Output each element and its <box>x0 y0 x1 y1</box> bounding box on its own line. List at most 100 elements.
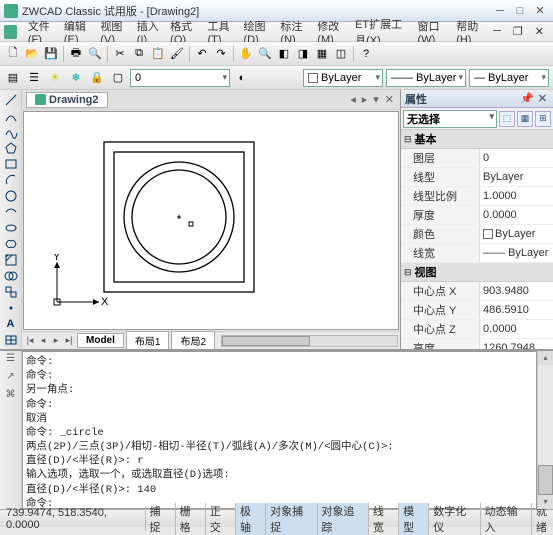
region-tool[interactable] <box>2 268 20 283</box>
selection-combo[interactable]: 无选择 <box>403 110 497 128</box>
copy-button[interactable]: ⧉ <box>130 45 148 63</box>
linetype-combo[interactable]: ——ByLayer <box>386 69 466 87</box>
doc-close-button[interactable]: ✕ <box>530 25 549 38</box>
polygon-tool[interactable] <box>2 140 20 155</box>
dyn-toggle[interactable]: 动态输入 <box>481 503 532 535</box>
maximize-button[interactable]: □ <box>511 4 529 18</box>
layer-d[interactable]: ▢ <box>109 69 127 87</box>
prop-row[interactable]: 图层0 <box>401 149 553 168</box>
close-button[interactable]: ✕ <box>531 4 549 18</box>
prop-row[interactable]: 中心点 Z0.0000 <box>401 320 553 339</box>
tool-d[interactable]: ◫ <box>332 45 350 63</box>
preview-button[interactable]: 🔍 <box>86 45 104 63</box>
circle-tool[interactable] <box>2 188 20 203</box>
lwt-toggle[interactable]: 线宽 <box>369 503 399 535</box>
tool-b[interactable]: ◨ <box>294 45 312 63</box>
prop-row[interactable]: 线宽—— ByLayer <box>401 244 553 263</box>
layer-b[interactable]: ❄ <box>67 69 85 87</box>
quickselect-button[interactable]: ⬚ <box>499 111 515 127</box>
text-tool[interactable]: A <box>2 316 20 331</box>
save-button[interactable]: 💾 <box>42 45 60 63</box>
layer-manage-button[interactable]: ▤ <box>4 69 22 87</box>
cmd-tool-a[interactable]: ☰ <box>3 353 19 369</box>
property-grid[interactable]: 基本图层0线型ByLayer线型比例1.0000厚度0.0000颜色ByLaye… <box>401 130 553 349</box>
match-button[interactable]: 🖌 <box>168 45 186 63</box>
tab-nav-close[interactable]: ✕ <box>383 93 396 106</box>
grid-toggle[interactable]: 栅格 <box>176 503 206 535</box>
doc-minimize-button[interactable]: ─ <box>488 25 506 38</box>
prop-group-header[interactable]: 视图 <box>401 263 553 282</box>
new-button[interactable]: 🗋 <box>4 45 22 63</box>
prop-group-header[interactable]: 基本 <box>401 130 553 149</box>
prop-row[interactable]: 高度1260.7948 <box>401 339 553 349</box>
hscrollbar[interactable] <box>221 335 398 347</box>
lineweight-combo[interactable]: —ByLayer <box>469 69 549 87</box>
revcloud-tool[interactable] <box>2 236 20 251</box>
arc-tool[interactable] <box>2 172 20 187</box>
layer-combo[interactable]: 0 <box>130 69 230 87</box>
tool-c[interactable]: ▦ <box>313 45 331 63</box>
donut-tool[interactable] <box>2 220 20 235</box>
selectobj-button[interactable]: ⊞ <box>535 111 551 127</box>
model-tab[interactable]: Model <box>77 333 124 348</box>
line-tool[interactable] <box>2 92 20 107</box>
tab-nav-left[interactable]: ◂ <box>348 93 358 106</box>
prop-row[interactable]: 线型比例1.0000 <box>401 187 553 206</box>
layer-e[interactable]: ◐ <box>233 69 251 87</box>
ortho-toggle[interactable]: 正交 <box>206 503 236 535</box>
block-tool[interactable] <box>2 284 20 299</box>
prop-row[interactable]: 线型ByLayer <box>401 168 553 187</box>
ellipse-tool[interactable] <box>2 204 20 219</box>
cmd-tool-c[interactable]: ⌘ <box>3 389 19 405</box>
document-tab[interactable]: Drawing2 <box>26 92 108 108</box>
mtab-last[interactable]: ▸| <box>63 335 75 346</box>
open-button[interactable]: 📂 <box>23 45 41 63</box>
polar-toggle[interactable]: 极轴 <box>236 503 266 535</box>
cmd-tool-b[interactable]: ↗ <box>3 371 19 387</box>
prop-row[interactable]: 中心点 Y486.5910 <box>401 301 553 320</box>
svg-text:X: X <box>101 296 109 308</box>
props-pin[interactable]: 📌 <box>518 92 536 105</box>
zoom-button[interactable]: 🔍 <box>256 45 274 63</box>
undo-button[interactable]: ↶ <box>193 45 211 63</box>
paste-button[interactable]: 📋 <box>149 45 167 63</box>
curve-tool[interactable] <box>2 108 20 123</box>
otrack-toggle[interactable]: 对象追踪 <box>318 503 369 535</box>
table-tool[interactable] <box>2 332 20 347</box>
hatch-tool[interactable] <box>2 252 20 267</box>
cut-button[interactable]: ✂ <box>111 45 129 63</box>
mtab-next[interactable]: ▸ <box>50 335 62 346</box>
help-button[interactable]: ? <box>357 45 375 63</box>
mtab-prev[interactable]: ◂ <box>37 335 49 346</box>
point-tool[interactable] <box>2 300 20 315</box>
layer-props-button[interactable]: ☰ <box>25 69 43 87</box>
rect-tool[interactable] <box>2 156 20 171</box>
pickadd-button[interactable]: ▦ <box>517 111 533 127</box>
prop-row[interactable]: 颜色ByLayer <box>401 225 553 244</box>
props-close[interactable]: ✕ <box>536 92 549 105</box>
tab-nav-menu[interactable]: ▾ <box>371 93 381 106</box>
tablet-toggle[interactable]: 数字化仪 <box>429 503 480 535</box>
drawing-canvas[interactable]: X Y <box>23 111 399 330</box>
command-window[interactable]: 命令:命令:另一角点:命令:取消命令: _circle两点(2P)/三点(3P)… <box>22 351 537 509</box>
spline-tool[interactable] <box>2 124 20 139</box>
prop-row[interactable]: 厚度0.0000 <box>401 206 553 225</box>
color-combo[interactable]: ByLayer <box>303 69 383 87</box>
model-toggle[interactable]: 模型 <box>399 503 429 535</box>
prop-row[interactable]: 中心点 X903.9480 <box>401 282 553 301</box>
snap-toggle[interactable]: 捕捉 <box>146 503 176 535</box>
tab-nav-right[interactable]: ▸ <box>360 93 370 106</box>
layout2-tab[interactable]: 布局2 <box>171 331 215 349</box>
print-button[interactable]: 🖶 <box>67 45 85 63</box>
tool-a[interactable]: ◧ <box>275 45 293 63</box>
layout1-tab[interactable]: 布局1 <box>126 331 170 349</box>
minimize-button[interactable]: ─ <box>491 4 509 18</box>
cmd-vscrollbar[interactable]: ▴ ▾ <box>537 351 553 509</box>
pan-button[interactable]: ✋ <box>237 45 255 63</box>
doc-restore-button[interactable]: ❐ <box>508 25 528 38</box>
layer-c[interactable]: 🔒 <box>88 69 106 87</box>
layer-a[interactable]: ☀ <box>46 69 64 87</box>
redo-button[interactable]: ↷ <box>212 45 230 63</box>
osnap-toggle[interactable]: 对象捕捉 <box>266 503 317 535</box>
mtab-first[interactable]: |◂ <box>24 335 36 346</box>
